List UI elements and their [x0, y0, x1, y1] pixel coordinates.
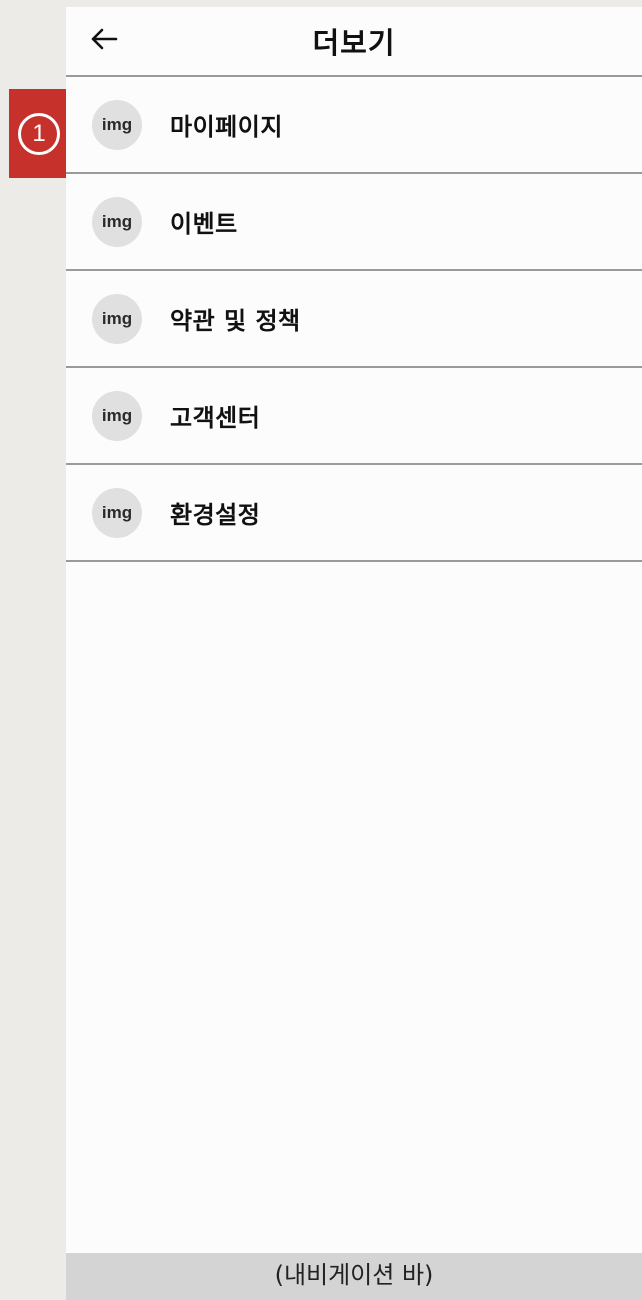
mypage-icon: img [92, 99, 142, 150]
customer-center-icon: img [92, 390, 142, 441]
header: 더보기 [66, 7, 642, 77]
menu-item-label: 이벤트 [170, 210, 238, 238]
event-icon: img [92, 196, 142, 247]
menu-item-label: 약관 및 정책 [170, 307, 301, 335]
menu-item-terms-policy[interactable]: img 약관 및 정책 [66, 271, 642, 368]
menu-list: img 마이페이지 img 이벤트 img 약관 및 정책 img 고객센터 i… [66, 77, 642, 562]
menu-item-mypage[interactable]: img 마이페이지 [66, 77, 642, 174]
menu-item-label: 고객센터 [170, 404, 261, 432]
phone-screen: 더보기 img 마이페이지 img 이벤트 img 약관 및 정책 img 고객… [66, 7, 642, 1300]
annotation-number: 1 [18, 112, 60, 155]
menu-item-settings[interactable]: img 환경설정 [66, 465, 642, 562]
settings-icon: img [92, 487, 142, 538]
navigation-bar[interactable]: (내비게이션 바) [66, 1253, 642, 1300]
terms-icon: img [92, 293, 142, 344]
annotation-marker: 1 [9, 89, 69, 178]
menu-item-customer-center[interactable]: img 고객센터 [66, 368, 642, 465]
menu-item-event[interactable]: img 이벤트 [66, 174, 642, 271]
menu-item-label: 마이페이지 [170, 113, 283, 141]
menu-item-label: 환경설정 [170, 501, 261, 529]
page-title: 더보기 [312, 26, 396, 60]
